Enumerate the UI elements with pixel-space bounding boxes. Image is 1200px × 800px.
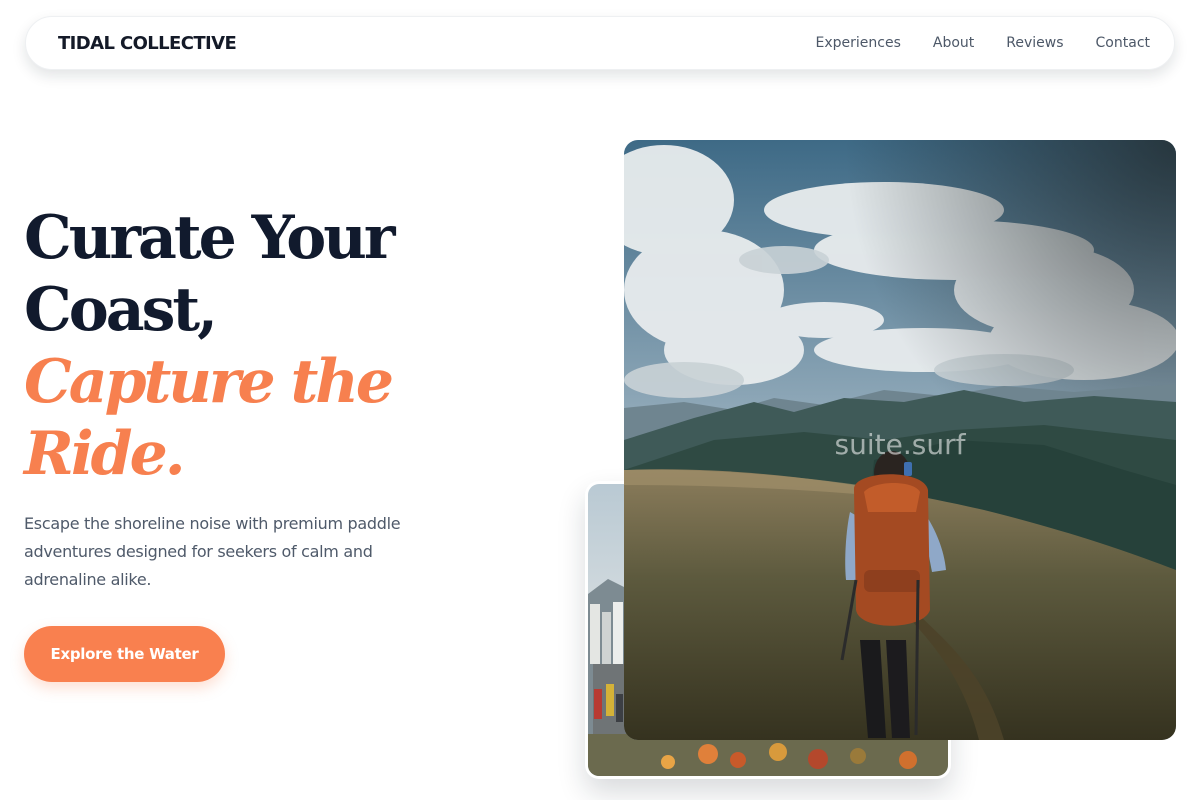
hero-title: Curate Your Coast, Capture the Ride.	[24, 202, 504, 490]
hero-title-accent-line-1: Capture the	[24, 347, 394, 417]
nav-link-experiences[interactable]: Experiences	[816, 35, 901, 51]
nav-link-reviews[interactable]: Reviews	[1006, 35, 1063, 51]
hero-title-accent-line-2: Ride.	[24, 419, 186, 489]
hero-subtitle: Escape the shoreline noise with premium …	[24, 514, 401, 589]
brand-logo[interactable]: TIDAL COLLECTIVE	[58, 33, 237, 54]
hero-title-line-1: Curate Your	[24, 203, 396, 273]
main-image-card: suite.surf	[624, 140, 1176, 740]
navbar: TIDAL COLLECTIVE Experiences About Revie…	[25, 16, 1175, 70]
nav-links: Experiences About Reviews Contact	[784, 35, 1151, 51]
nav-link-about[interactable]: About	[933, 35, 974, 51]
nav-link-contact[interactable]: Contact	[1096, 35, 1150, 51]
hiker-mountain-photo	[624, 140, 1176, 740]
hero-title-line-2: Coast,	[24, 275, 218, 345]
explore-water-button[interactable]: Explore the Water	[24, 626, 225, 682]
